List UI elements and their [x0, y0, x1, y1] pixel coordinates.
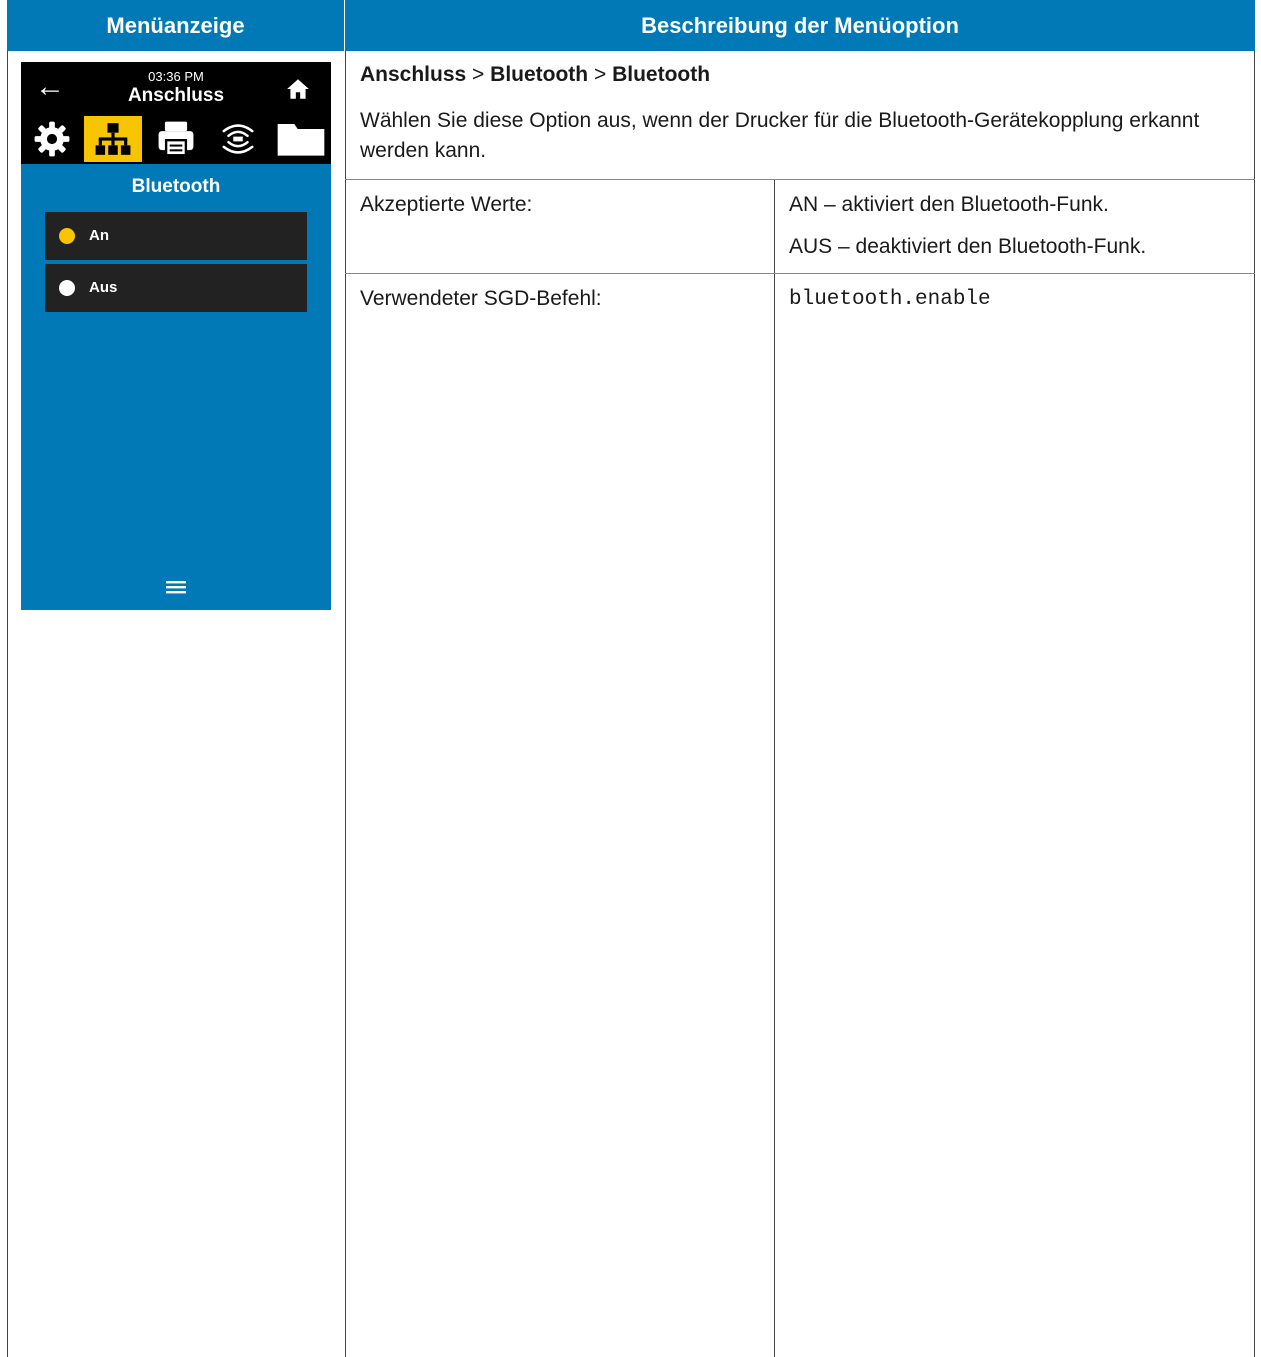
- hamburger-menu-icon[interactable]: [166, 580, 186, 594]
- table-divider: [345, 51, 346, 1357]
- option-off[interactable]: Aus: [45, 264, 307, 312]
- menu-title: Bluetooth: [131, 176, 221, 197]
- menu-tab-bar: [21, 114, 331, 164]
- home-icon[interactable]: [285, 76, 311, 102]
- folder-icon: [277, 124, 325, 156]
- tab-rfid[interactable]: [209, 116, 267, 162]
- tab-connection[interactable]: [84, 116, 142, 162]
- option-on[interactable]: An: [45, 212, 307, 260]
- tab-storage[interactable]: [272, 116, 330, 162]
- printer-icon: [158, 121, 194, 157]
- rfid-icon: [222, 124, 254, 154]
- accepted-value-on: AN – aktiviert den Bluetooth-Funk.: [789, 193, 1109, 216]
- table-border-right: [1254, 51, 1255, 1357]
- gear-icon: [34, 121, 70, 157]
- radio-selected-icon: [59, 228, 75, 244]
- accepted-value-off: AUS – deaktiviert den Bluetooth-Funk.: [789, 235, 1147, 258]
- breadcrumb-separator: >: [472, 63, 485, 86]
- tab-print[interactable]: [147, 116, 205, 162]
- column-header-menu-display: Menüanzeige: [7, 0, 344, 51]
- breadcrumb-item: Bluetooth: [612, 63, 711, 86]
- row-divider: [345, 179, 1255, 180]
- breadcrumb: Anschluss > Bluetooth > Bluetooth: [360, 63, 710, 87]
- network-icon: [95, 123, 131, 155]
- option-label: Aus: [89, 279, 118, 296]
- option-description: Wählen Sie diese Option aus, wenn der Dr…: [360, 109, 1200, 162]
- column-header-menu-description: Beschreibung der Menüoption: [345, 0, 1255, 51]
- sgd-command-label: Verwendeter SGD-Befehl:: [360, 287, 602, 310]
- printer-screen: ← 03:36 PM Anschluss Bluetooth An Aus: [21, 62, 331, 610]
- tab-settings[interactable]: [23, 116, 81, 162]
- breadcrumb-separator: >: [593, 63, 607, 86]
- inner-column-divider: [774, 179, 775, 1357]
- option-label: An: [89, 227, 109, 244]
- row-divider: [345, 273, 1255, 274]
- screen-top-bar: ← 03:36 PM Anschluss: [21, 62, 331, 114]
- breadcrumb-item: Bluetooth: [490, 63, 589, 86]
- radio-unselected-icon: [59, 280, 75, 296]
- accepted-values-label: Akzeptierte Werte:: [360, 193, 533, 216]
- sgd-command: bluetooth.enable: [789, 288, 991, 311]
- breadcrumb-item: Anschluss: [360, 63, 467, 86]
- table-border-left: [7, 51, 8, 1357]
